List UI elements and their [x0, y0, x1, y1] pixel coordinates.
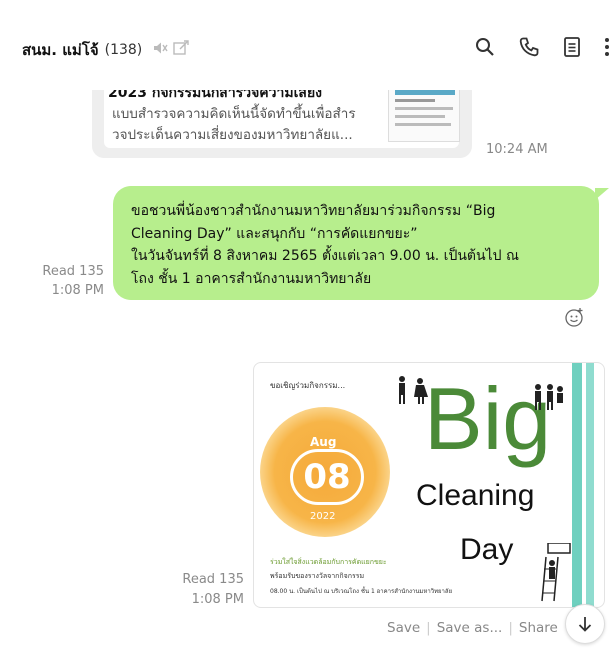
link-card-desc-line: วจประเด็นความเสี่ยงของมหาวิทยาลัยแ... [112, 127, 353, 143]
search-icon[interactable] [474, 36, 496, 58]
notes-icon[interactable] [172, 40, 190, 60]
message-line: โถง ชั้น 1 อาคารสำนักงานมหาวิทยาลัย [131, 270, 372, 287]
poster-invite: ขอเชิญร่วมกิจกรรม... [270, 381, 346, 390]
chat-header: สนม. แม่โจ้ (138) [0, 0, 616, 90]
poster-month: Aug [310, 435, 337, 449]
poster-line: ร่วมใส่ใจสิ่งแวดล้อมกับการคัดแยกขยะ [270, 558, 387, 566]
read-count: Read 135 [182, 572, 244, 587]
poster-year: 2022 [310, 511, 336, 522]
list-icon[interactable] [562, 36, 582, 58]
reaction-icon[interactable] [564, 306, 586, 332]
poster-day-word: Day [460, 533, 514, 566]
poster-line: 08.00 น. เป็นต้นไป ณ บริเวณโถง ชั้น 1 อา… [270, 588, 453, 595]
message-line: ในวันจันทร์ที่ 8 สิงหาคม 2565 ตั้งแต่เวล… [131, 248, 519, 264]
poster-people-figure [399, 376, 428, 404]
member-count[interactable]: (138) [105, 42, 143, 58]
poster-day: 08 [290, 449, 364, 505]
bottom-edge [0, 648, 616, 652]
header-actions [474, 36, 616, 58]
save-as-button[interactable]: Save as... [437, 620, 503, 636]
separator: | [426, 620, 431, 636]
poster-stripe [586, 363, 594, 607]
share-button[interactable]: Share [519, 620, 558, 636]
link-card-description: แบบสำรวจความคิดเห็นนี้จัดทำขึ้นเพื่อสำร … [112, 104, 380, 146]
chat-name: สนม. แม่โจ้ [22, 41, 99, 59]
read-receipt: Read 135 1:08 PM [180, 570, 244, 610]
chat-area: 2023 กิจกรรมนักสำรวจความเสี่ยง แบบสำรวจค… [0, 0, 616, 652]
poster-people-figure [535, 384, 563, 410]
poster-line: พร้อมรับของรางวัลจากกิจกรรม [270, 572, 365, 580]
message-line: ขอชวนพี่น้องชาวสำนักงานมหาวิทยาลัยมาร่วม… [131, 203, 496, 219]
scroll-to-bottom-button[interactable] [565, 604, 605, 644]
mute-icon[interactable] [152, 40, 168, 60]
more-icon[interactable] [604, 36, 610, 58]
chat-title: สนม. แม่โจ้ (138) [22, 38, 190, 62]
image-actions: Save | Save as... | Share [387, 620, 558, 636]
message-time: 1:08 PM [191, 592, 244, 607]
message-time: 10:24 AM [486, 142, 548, 157]
message-bubble[interactable]: ขอชวนพี่น้องชาวสำนักงานมหาวิทยาลัยมาร่วม… [113, 186, 609, 300]
poster-cleaning: Cleaning [416, 479, 535, 512]
phone-icon[interactable] [518, 36, 540, 58]
image-message[interactable]: ขอเชิญร่วมกิจกรรม... Aug 08 2022 Big Cle… [253, 362, 605, 608]
read-count: Read 135 [42, 264, 104, 279]
read-receipt: Read 135 1:08 PM [40, 262, 104, 300]
save-button[interactable]: Save [387, 620, 420, 636]
poster-stripe [572, 363, 582, 607]
message-time: 1:08 PM [51, 283, 104, 298]
message-line: Cleaning Day” และสนุกกับ “การคัดแยกขยะ” [131, 225, 418, 242]
link-card-desc-line: แบบสำรวจความคิดเห็นนี้จัดทำขึ้นเพื่อสำร [112, 106, 356, 122]
poster-ladder-figure [541, 543, 571, 602]
separator: | [508, 620, 513, 636]
arrow-down-icon [578, 617, 592, 632]
